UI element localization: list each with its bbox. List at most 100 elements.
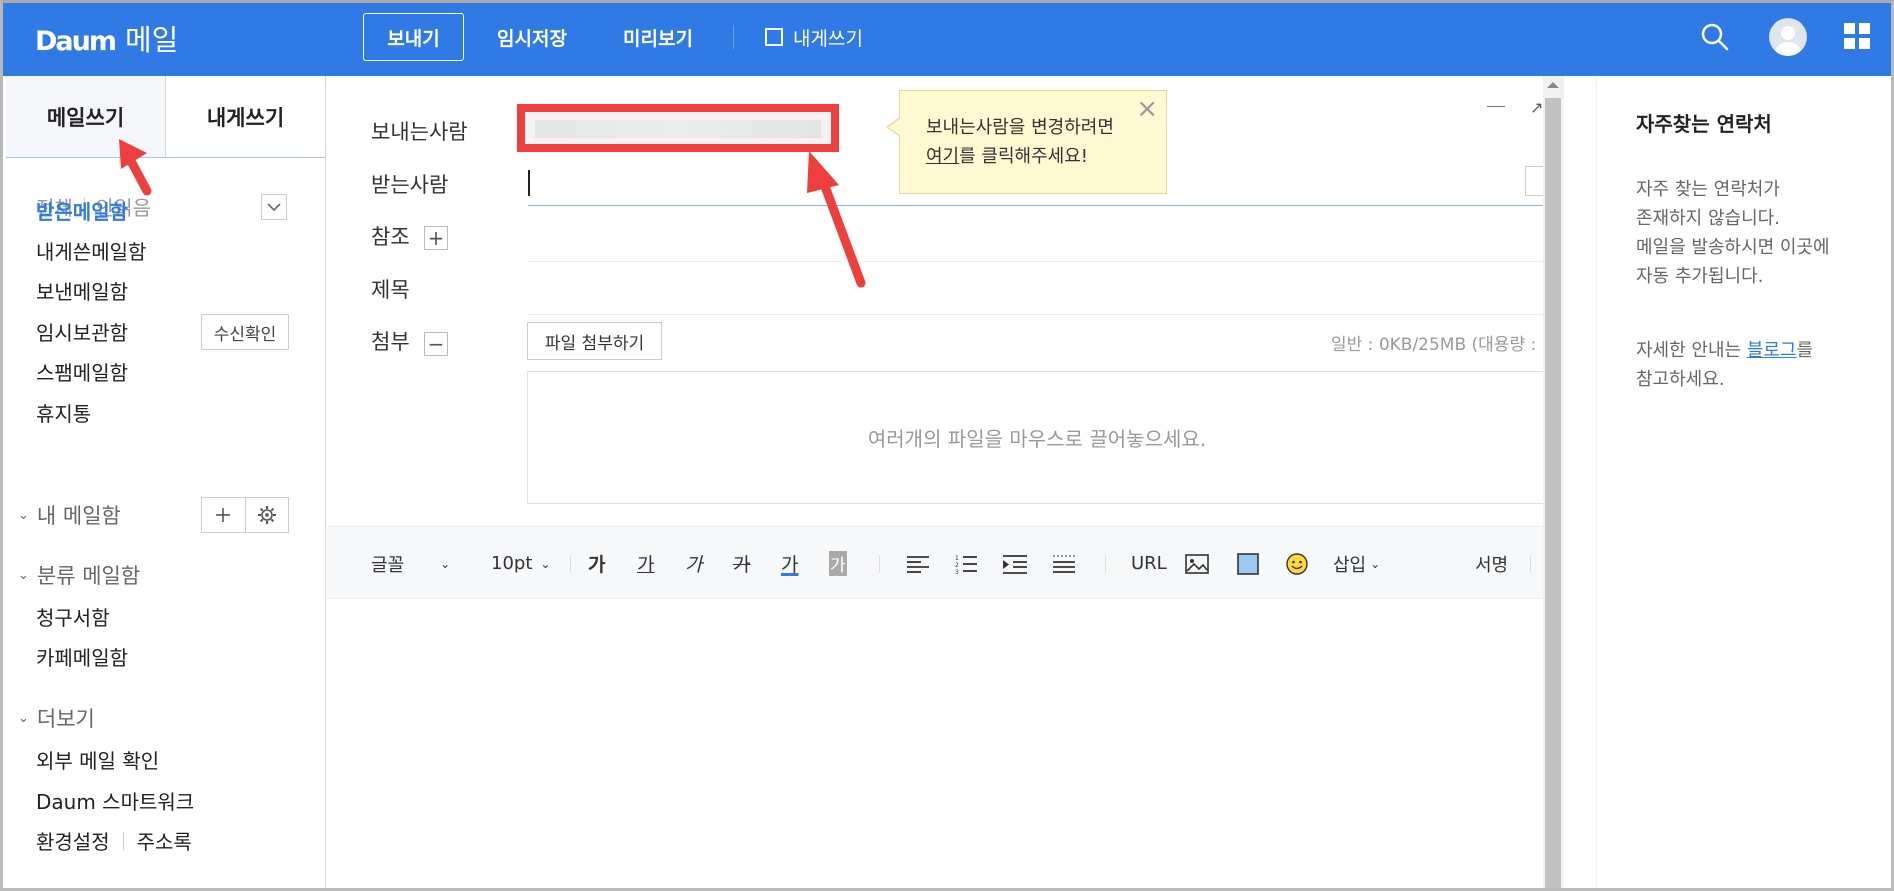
toolbar-divider — [733, 25, 734, 49]
mailbox-settings-button[interactable] — [246, 498, 289, 532]
logo[interactable]: Daum 메일 — [35, 17, 178, 59]
font-color-button[interactable]: 가 — [781, 527, 798, 600]
sidebar-item-sent[interactable]: 보낸메일함 — [36, 276, 128, 305]
numbered-list-button[interactable]: 123 — [955, 527, 977, 600]
checkbox-icon[interactable] — [765, 28, 783, 46]
write-to-self-toggle[interactable]: 내게쓰기 — [765, 13, 863, 61]
attachment-label: 첨부 — [371, 330, 410, 354]
sidebar-item-bills[interactable]: 청구서함 — [36, 602, 110, 631]
italic-button[interactable]: 가 — [685, 527, 702, 600]
sidebar-item-drafts[interactable]: 임시보관함 — [36, 317, 128, 346]
receipt-check-button[interactable]: 수신확인 — [201, 314, 289, 350]
insert-menu[interactable]: 삽입 ⌄ — [1333, 527, 1380, 600]
temp-save-button[interactable]: 임시저장 — [497, 13, 567, 61]
more-group[interactable]: ⌄ 더보기 — [18, 703, 95, 733]
address-book-link[interactable]: 주소록 — [137, 826, 192, 855]
sidebar-item-spam[interactable]: 스팸메일함 — [36, 357, 128, 386]
insert-table-button[interactable] — [1237, 527, 1259, 600]
tooltip-here-link[interactable]: 여기 — [926, 146, 959, 167]
desc-line: 존재하지 않습니다. — [1636, 208, 1780, 229]
brand-logo: Daum — [35, 26, 117, 57]
table-color-icon — [1237, 552, 1259, 575]
close-icon[interactable]: × — [1136, 95, 1158, 124]
links-divider — [122, 831, 124, 850]
image-icon — [1185, 553, 1209, 574]
attachment-quota: 일반 : 0KB/25MB (대용량 : — [1331, 335, 1537, 355]
sender-select[interactable] — [517, 104, 839, 152]
cc-expand-button[interactable]: + — [424, 226, 448, 250]
apps-grid-icon[interactable] — [1844, 23, 1880, 59]
desc-line: 자동 추가됩니다. — [1636, 266, 1764, 287]
compose-scrollbar[interactable] — [1543, 76, 1563, 888]
more-label: 더보기 — [36, 707, 95, 731]
toolbar-divider — [570, 555, 571, 573]
sidebar-item-inbox[interactable]: 받은메일함 — [36, 196, 128, 225]
signature-button[interactable]: 서명 — [1475, 527, 1508, 600]
line-spacing-button[interactable] — [1053, 527, 1075, 600]
attach-file-button[interactable]: 파일 첨부하기 — [527, 322, 662, 360]
category-mailbox-group[interactable]: ⌄ 분류 메일함 — [18, 560, 140, 590]
search-icon[interactable] — [1697, 19, 1733, 55]
sidebar-item-external-mail[interactable]: 외부 메일 확인 — [36, 745, 159, 774]
indent-icon — [1003, 554, 1027, 574]
gear-icon — [257, 506, 276, 524]
send-button[interactable]: 보내기 — [363, 13, 464, 61]
font-size-select[interactable]: 10pt ⌄ — [491, 527, 550, 600]
strikethrough-button[interactable]: 가 — [733, 527, 750, 600]
add-mailbox-button[interactable] — [202, 498, 246, 532]
file-dropzone[interactable]: 여러개의 파일을 마우스로 끌어놓으세요. — [527, 371, 1547, 504]
sidebar-item-trash[interactable]: 휴지통 — [36, 398, 91, 427]
filter-dropdown[interactable] — [261, 194, 287, 220]
settings-link[interactable]: 환경설정 — [36, 826, 110, 855]
tab-compose-mail[interactable]: 메일쓰기 — [6, 76, 166, 157]
message-body-editor[interactable] — [327, 600, 1543, 888]
toolbar-divider — [1530, 555, 1531, 573]
font-size-label: 10pt — [491, 553, 533, 574]
panel-divider — [1596, 76, 1597, 888]
toolbar-divider — [879, 555, 880, 573]
expand-icon[interactable]: ↗ — [1530, 98, 1543, 117]
bold-button[interactable]: 가 — [588, 527, 605, 600]
cc-input-line[interactable] — [528, 261, 1543, 262]
tooltip-line1: 보내는사람을 변경하려면 — [926, 117, 1114, 138]
dropzone-hint: 여러개의 파일을 마우스로 끌어놓으세요. — [867, 427, 1207, 451]
top-bar: Daum 메일 보내기 임시저장 미리보기 내게쓰기 — [3, 3, 1891, 76]
my-mailbox-group[interactable]: ⌄ 내 메일함 — [18, 500, 121, 530]
guide-text: 자세한 안내는 블로그를 참고하세요. — [1636, 336, 1813, 394]
sidebar: 메일쓰기 내게쓰기 전체 안읽음 받은메일함 내게쓴메일함 보낸메일함 수신확인… — [6, 76, 326, 888]
compose-form: 보내는사람 ↗ 받는사람 참조 + 제목 첨부 − 파일 첨부하기 일반 : 0… — [327, 76, 1549, 888]
preview-button[interactable]: 미리보기 — [623, 13, 693, 61]
underline-button[interactable]: 가 — [637, 527, 654, 600]
align-left-icon — [907, 555, 929, 573]
svg-text:2: 2 — [955, 562, 959, 569]
insert-url-button[interactable]: URL — [1131, 527, 1167, 600]
avatar[interactable] — [1769, 18, 1807, 56]
blog-link[interactable]: 블로그 — [1747, 340, 1797, 361]
minimize-icon[interactable] — [1487, 106, 1505, 107]
service-name: 메일 — [125, 23, 179, 57]
svg-text:1: 1 — [955, 555, 959, 562]
scroll-thumb[interactable] — [1545, 98, 1561, 888]
insert-image-button[interactable] — [1185, 527, 1209, 600]
text-caret — [528, 170, 530, 196]
scroll-up-arrow-icon[interactable] — [1547, 82, 1559, 88]
frequent-contacts-panel: 자주찾는 연락처 자주 찾는 연락처가 존재하지 않습니다. 메일을 발송하시면… — [1563, 76, 1891, 888]
bottom-links: 환경설정 주소록 — [36, 826, 192, 855]
insert-emoticon-button[interactable] — [1285, 527, 1309, 600]
tab-write-to-self[interactable]: 내게쓰기 — [166, 76, 325, 157]
sidebar-item-smartwork[interactable]: Daum 스마트워크 — [36, 786, 194, 815]
align-button[interactable] — [907, 527, 929, 600]
attachment-collapse-button[interactable]: − — [424, 332, 448, 356]
sidebar-item-self-mailbox[interactable]: 내게쓴메일함 — [36, 236, 146, 265]
chevron-down-icon: ⌄ — [18, 710, 29, 726]
indent-button[interactable] — [1003, 527, 1027, 600]
recipient-label: 받는사람 — [371, 173, 449, 197]
sender-change-tooltip: 보내는사람을 변경하려면 여기를 클릭해주세요! × — [886, 90, 1167, 194]
font-family-label: 글꼴 — [371, 554, 405, 576]
sidebar-item-cafe[interactable]: 카페메일함 — [36, 642, 128, 671]
plus-icon — [216, 508, 231, 522]
subject-input-line[interactable] — [528, 314, 1543, 315]
bg-color-swatch: 가 — [829, 551, 847, 576]
font-family-select[interactable]: 글꼴 ⌄ — [371, 527, 450, 600]
background-color-button[interactable]: 가 — [829, 527, 847, 600]
